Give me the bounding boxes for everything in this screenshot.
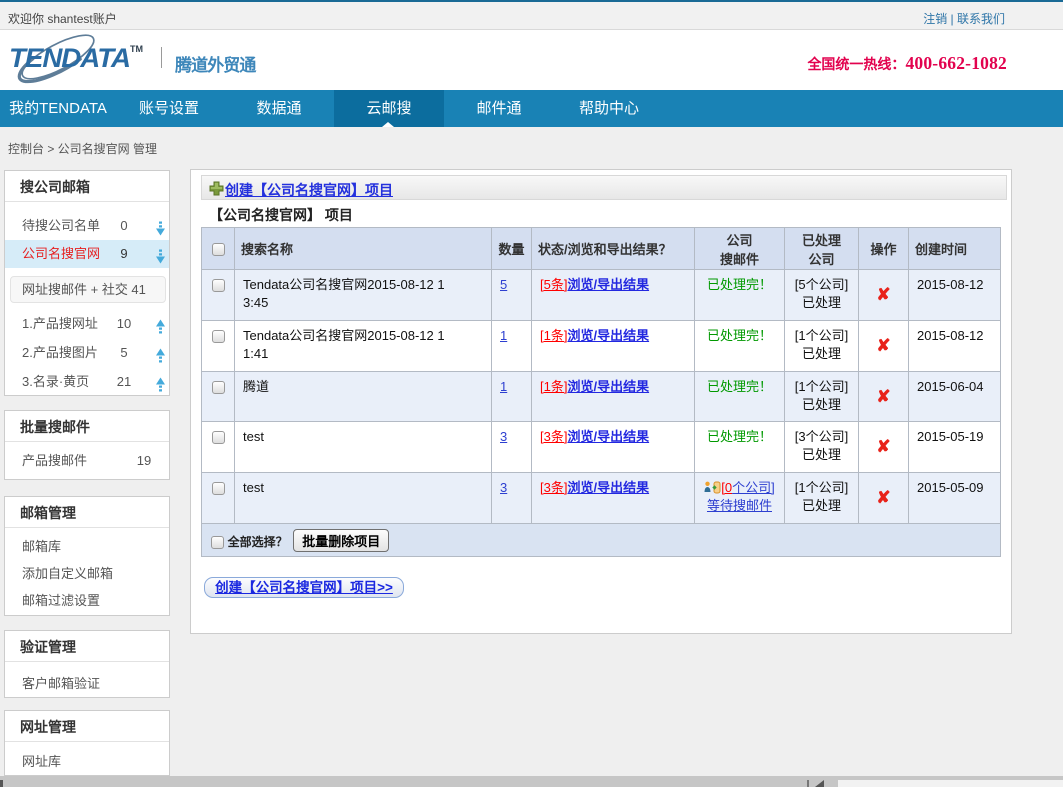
svg-text:TM: TM [130,44,143,54]
svg-text:TENDATA: TENDATA [9,43,130,73]
